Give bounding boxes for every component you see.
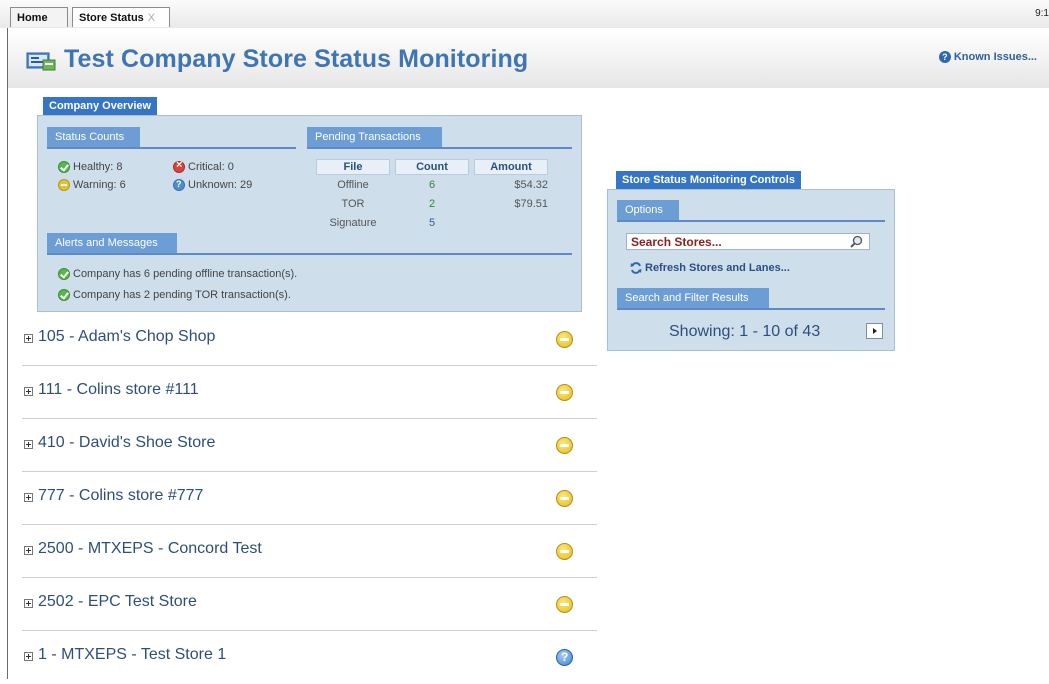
search-results-header: Search and Filter Results — [617, 288, 769, 309]
column-header-file: File — [316, 159, 390, 175]
warning-count: Warning: 6 — [58, 179, 126, 191]
store-label[interactable]: 410 - David's Shoe Store — [38, 434, 215, 452]
store-label[interactable]: 1 - MTXEPS - Test Store 1 — [38, 646, 226, 664]
warning-icon — [58, 179, 70, 191]
table-cell-count: 2 — [428, 198, 436, 210]
divider — [47, 147, 296, 149]
alert-text: Company has 2 pending TOR transaction(s)… — [73, 289, 291, 301]
warning-status-icon — [556, 437, 573, 454]
status-counts-header: Status Counts — [47, 127, 140, 148]
healthy-icon — [58, 161, 70, 173]
tab-store-status[interactable]: Store Status X — [72, 7, 170, 27]
store-label[interactable]: 2502 - EPC Test Store — [38, 593, 197, 611]
store-label[interactable]: 2500 - MTXEPS - Concord Test — [38, 540, 262, 558]
expand-icon[interactable] — [24, 387, 33, 396]
expand-icon[interactable] — [24, 652, 33, 661]
divider — [47, 253, 572, 255]
warning-label: Warning: 6 — [73, 179, 126, 191]
store-status-icon — [26, 52, 56, 71]
expand-icon[interactable] — [24, 546, 33, 555]
warning-status-icon — [556, 490, 573, 507]
warning-status-icon — [556, 331, 573, 348]
refresh-label: Refresh Stores and Lanes... — [645, 262, 790, 274]
critical-label: Critical: 0 — [188, 161, 234, 173]
store-label[interactable]: 777 - Colins store #777 — [38, 487, 203, 505]
paging-status: Showing: 1 - 10 of 43 — [669, 323, 821, 340]
search-icon[interactable] — [850, 235, 863, 248]
store-row[interactable]: 2502 - EPC Test Store — [22, 579, 597, 631]
critical-icon — [173, 159, 185, 173]
expand-icon[interactable] — [24, 440, 33, 449]
company-overview-tab[interactable]: Company Overview — [43, 97, 158, 115]
table-cell-amount: $54.32 — [514, 179, 548, 191]
table-cell-count: 6 — [428, 179, 436, 191]
warning-status-icon — [556, 384, 573, 401]
warning-status-icon — [556, 596, 573, 613]
store-row[interactable]: 1 - MTXEPS - Test Store 1 — [22, 632, 597, 684]
expand-icon[interactable] — [24, 599, 33, 608]
alert-item: Company has 2 pending TOR transaction(s)… — [58, 289, 291, 301]
warning-status-icon — [556, 543, 573, 560]
refresh-icon — [630, 262, 642, 274]
pending-transactions-header: Pending Transactions — [307, 127, 442, 148]
refresh-stores-link[interactable]: Refresh Stores and Lanes... — [630, 262, 790, 274]
unknown-label: Unknown: 29 — [188, 179, 253, 191]
store-row[interactable]: 2500 - MTXEPS - Concord Test — [22, 526, 597, 578]
alert-text: Company has 6 pending offline transactio… — [73, 268, 298, 280]
expand-icon[interactable] — [24, 334, 33, 343]
unknown-status-icon — [556, 649, 573, 666]
help-icon: ? — [938, 51, 951, 63]
close-icon[interactable]: X — [148, 12, 155, 24]
options-header: Options — [617, 200, 679, 221]
critical-count: Critical: 0 — [173, 159, 234, 173]
known-issues-link[interactable]: ? Known Issues... — [938, 51, 1037, 63]
tab-store-status-label: Store Status — [79, 12, 144, 24]
tab-home-label: Home — [17, 12, 48, 24]
store-label[interactable]: 105 - Adam's Chop Shop — [38, 328, 215, 346]
table-cell-file: Offline — [337, 179, 369, 191]
divider — [617, 308, 885, 310]
tab-home[interactable]: Home — [10, 7, 68, 27]
healthy-label: Healthy: 8 — [73, 161, 123, 173]
page-header: Test Company Store Status Monitoring ? K… — [8, 30, 1049, 88]
check-icon — [58, 268, 70, 280]
alerts-header: Alerts and Messages — [47, 233, 177, 254]
store-row[interactable]: 777 - Colins store #777 — [22, 473, 597, 525]
table-cell-count: 5 — [428, 217, 436, 229]
expand-icon[interactable] — [24, 493, 33, 502]
page-title: Test Company Store Status Monitoring — [64, 45, 529, 73]
table-cell-file: TOR — [341, 198, 365, 210]
healthy-count: Healthy: 8 — [58, 161, 123, 173]
unknown-icon — [173, 179, 185, 191]
table-cell-file: Signature — [329, 217, 377, 229]
clock: 9:1 — [1035, 8, 1049, 19]
search-box — [626, 233, 870, 250]
unknown-count: Unknown: 29 — [173, 179, 252, 191]
column-header-amount: Amount — [474, 159, 548, 175]
check-icon — [58, 289, 70, 301]
store-label[interactable]: 111 - Colins store #111 — [38, 381, 199, 399]
store-row[interactable]: 410 - David's Shoe Store — [22, 420, 597, 472]
tab-strip: Home Store Status X 9:1 — [0, 0, 1049, 28]
store-row[interactable]: 111 - Colins store #111 — [22, 367, 597, 419]
next-page-button[interactable] — [866, 323, 883, 339]
store-row[interactable]: 105 - Adam's Chop Shop — [22, 314, 597, 366]
known-issues-label: Known Issues... — [953, 51, 1037, 63]
divider — [307, 147, 572, 149]
controls-tab[interactable]: Store Status Monitoring Controls — [616, 171, 801, 189]
search-input[interactable] — [631, 235, 841, 248]
left-border — [7, 28, 8, 679]
table-cell-amount: $79.51 — [514, 198, 548, 210]
divider — [617, 220, 885, 222]
alert-item: Company has 6 pending offline transactio… — [58, 268, 297, 280]
column-header-count: Count — [395, 159, 469, 175]
